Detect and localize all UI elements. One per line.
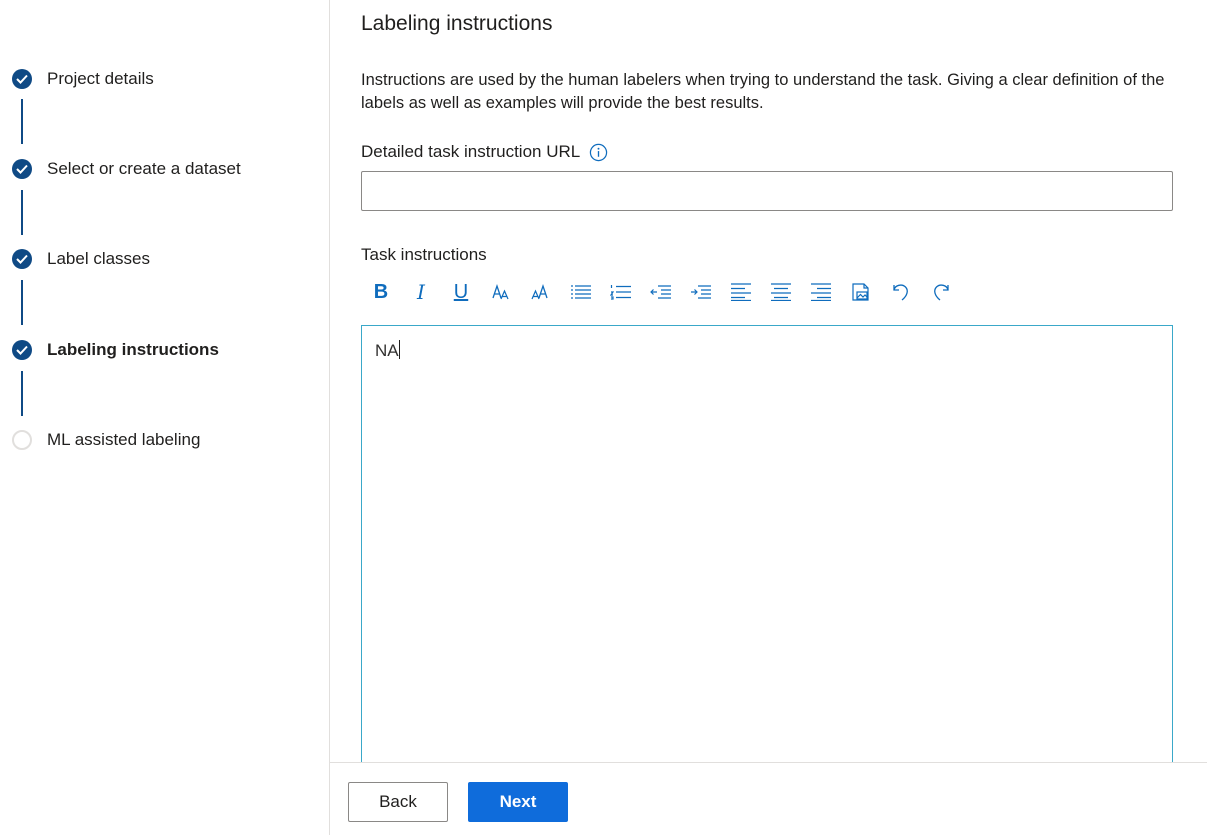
step-label: Labeling instructions bbox=[47, 340, 219, 359]
step-label-classes[interactable]: Label classes bbox=[12, 248, 150, 270]
step-label: Select or create a dataset bbox=[47, 159, 241, 178]
decrease-indent-icon bbox=[650, 285, 671, 299]
footer-bar: Back Next bbox=[330, 762, 1207, 835]
bulleted-list-button[interactable] bbox=[561, 278, 601, 306]
check-icon bbox=[12, 340, 32, 360]
align-center-icon bbox=[771, 283, 791, 301]
text-caret bbox=[398, 340, 400, 359]
numbered-list-button[interactable] bbox=[601, 278, 641, 306]
step-connector bbox=[21, 99, 23, 144]
back-button[interactable]: Back bbox=[348, 782, 448, 822]
instruction-url-input[interactable] bbox=[361, 171, 1173, 211]
page-description: Instructions are used by the human label… bbox=[361, 71, 1165, 112]
task-instructions-editor[interactable]: NA bbox=[361, 325, 1173, 775]
url-field-label: Detailed task instruction URL bbox=[361, 142, 581, 161]
step-connector bbox=[21, 190, 23, 235]
undo-button[interactable] bbox=[881, 278, 921, 306]
bold-button[interactable]: B bbox=[361, 278, 401, 306]
step-select-dataset[interactable]: Select or create a dataset bbox=[12, 158, 241, 180]
undo-icon bbox=[893, 284, 908, 301]
info-icon[interactable] bbox=[589, 143, 608, 162]
bold-icon: B bbox=[373, 281, 389, 303]
empty-circle-icon bbox=[12, 430, 32, 450]
font-size-alt-icon bbox=[531, 283, 548, 300]
step-label: Project details bbox=[47, 69, 154, 88]
align-right-button[interactable] bbox=[801, 278, 841, 306]
align-left-icon bbox=[731, 283, 751, 301]
decrease-indent-button[interactable] bbox=[641, 278, 681, 306]
font-size-alt-button[interactable] bbox=[521, 278, 561, 306]
insert-image-icon bbox=[852, 283, 869, 301]
font-size-icon bbox=[492, 283, 509, 300]
editor-content: NA bbox=[375, 341, 399, 360]
bulleted-list-icon bbox=[571, 285, 591, 299]
increase-indent-button[interactable] bbox=[681, 278, 721, 306]
step-project-details[interactable]: Project details bbox=[12, 68, 154, 90]
underline-button[interactable]: U bbox=[441, 278, 481, 306]
rich-text-toolbar: B I U bbox=[361, 278, 961, 306]
step-labeling-instructions[interactable]: Labeling instructions bbox=[12, 339, 219, 361]
insert-image-button[interactable] bbox=[841, 278, 881, 306]
check-icon bbox=[12, 159, 32, 179]
align-center-button[interactable] bbox=[761, 278, 801, 306]
italic-icon: I bbox=[417, 280, 425, 304]
align-left-button[interactable] bbox=[721, 278, 761, 306]
task-instructions-label: Task instructions bbox=[361, 245, 487, 264]
step-connector bbox=[21, 371, 23, 416]
next-button[interactable]: Next bbox=[468, 782, 568, 822]
increase-indent-icon bbox=[691, 285, 711, 299]
url-field-label-row: Detailed task instruction URL bbox=[361, 142, 608, 162]
font-size-button[interactable] bbox=[481, 278, 521, 306]
wizard-stepper: Project details Select or create a datas… bbox=[0, 0, 330, 835]
numbered-list-icon bbox=[610, 285, 631, 300]
step-label: Label classes bbox=[47, 249, 151, 268]
step-ml-assisted-labeling[interactable]: ML assisted labeling bbox=[12, 429, 200, 451]
italic-button[interactable]: I bbox=[401, 278, 441, 306]
redo-button[interactable] bbox=[921, 278, 961, 306]
underline-icon: U bbox=[453, 281, 469, 303]
check-icon bbox=[12, 69, 32, 89]
redo-icon bbox=[934, 284, 949, 301]
step-connector bbox=[21, 280, 23, 325]
align-right-icon bbox=[811, 283, 831, 301]
check-icon bbox=[12, 249, 32, 269]
page-title: Labeling instructions bbox=[361, 12, 553, 35]
step-label: ML assisted labeling bbox=[47, 430, 201, 449]
